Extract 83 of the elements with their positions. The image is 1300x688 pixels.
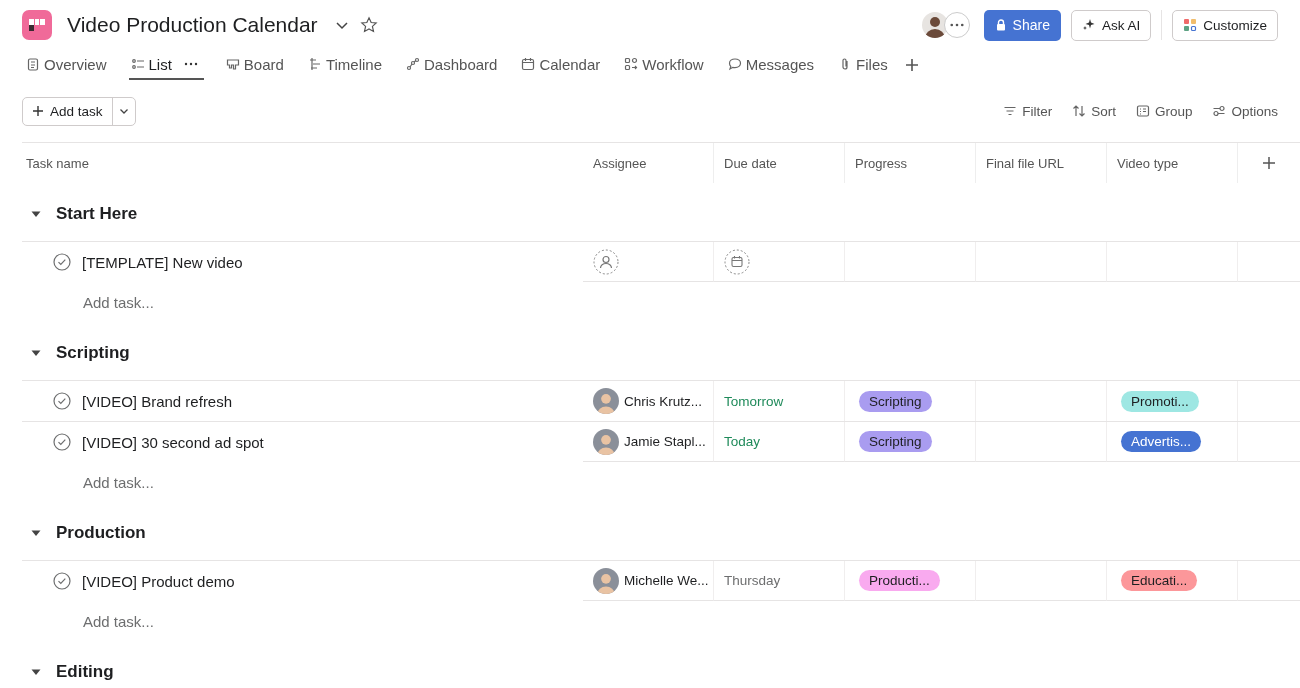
project-logo-icon	[22, 10, 52, 40]
video-type-tag[interactable]: Promoti...	[1121, 390, 1199, 412]
clipboard-icon	[26, 57, 40, 71]
empty-cell[interactable]	[976, 422, 1107, 462]
section-title: Production	[56, 523, 146, 543]
view-tab[interactable]: Board	[223, 50, 286, 80]
avatar-icon	[593, 388, 619, 414]
view-tab[interactable]: Overview	[24, 50, 109, 80]
column-header[interactable]: Final file URL	[976, 143, 1107, 183]
assignee-name[interactable]: Jamie Stapl...	[624, 434, 706, 449]
group-icon	[1135, 104, 1150, 118]
due-date-calendar-icon[interactable]	[724, 248, 750, 275]
progress-tag[interactable]: Scripting	[859, 431, 932, 452]
add-task-link[interactable]: Add task...	[83, 293, 154, 311]
add-tab-icon[interactable]	[903, 57, 920, 73]
ask-ai-button[interactable]: Ask AI	[1070, 9, 1152, 41]
tiles-icon	[1183, 18, 1198, 32]
avatar-icon	[593, 567, 619, 594]
video-type-tag[interactable]: Educati...	[1121, 570, 1198, 591]
complete-check-icon[interactable]	[53, 253, 71, 271]
calendar-icon	[521, 57, 536, 71]
complete-check-icon[interactable]	[53, 572, 71, 590]
add-task-link[interactable]: Add task...	[83, 473, 154, 491]
view-tab[interactable]: Calendar	[519, 50, 603, 80]
column-header[interactable]: Assignee	[583, 143, 714, 183]
complete-check-icon[interactable]	[53, 392, 71, 410]
sparkle-icon	[1081, 18, 1096, 32]
empty-cell[interactable]	[845, 242, 976, 282]
task-name[interactable]: [TEMPLATE] New video	[82, 253, 243, 271]
view-tab[interactable]: Timeline	[305, 50, 385, 80]
toolbar-action[interactable]: Filter	[1003, 103, 1053, 119]
board-icon	[225, 57, 240, 71]
add-column-icon[interactable]	[1262, 156, 1276, 170]
toolbar-action[interactable]: Options	[1212, 103, 1278, 119]
task-name[interactable]: [VIDEO] Brand refresh	[82, 392, 233, 410]
column-header[interactable]: Due date	[714, 143, 845, 183]
section-title: Start Here	[56, 204, 138, 224]
view-tab[interactable]: Messages	[725, 50, 817, 80]
toolbar-action[interactable]: Group	[1135, 103, 1193, 119]
complete-check-icon[interactable]	[53, 433, 71, 451]
empty-cell[interactable]	[976, 561, 1107, 601]
due-date[interactable]: Thursday	[724, 573, 781, 588]
timeline-icon	[307, 57, 322, 71]
customize-button[interactable]: Customize	[1172, 9, 1278, 41]
lock-icon	[994, 19, 1007, 31]
toolbar-action[interactable]: Sort	[1072, 103, 1116, 119]
avatar-icon	[593, 428, 619, 455]
assignee-name[interactable]: Chris Krutz...	[624, 393, 702, 409]
member-avatar[interactable]	[921, 12, 948, 38]
speech-bubble-icon	[727, 57, 742, 71]
view-tab[interactable]: Files	[836, 50, 890, 80]
column-header[interactable]: Progress	[845, 143, 976, 183]
share-button[interactable]: Share	[983, 9, 1061, 41]
project-title: Video Production Calendar	[67, 13, 318, 37]
progress-tag[interactable]: Scripting	[859, 390, 932, 412]
task-name[interactable]: [VIDEO] 30 second ad spot	[82, 433, 264, 451]
add-task-button[interactable]: Add task	[22, 96, 136, 126]
sliders-icon	[1212, 104, 1227, 118]
view-tab[interactable]: Dashboard	[404, 50, 500, 80]
list-icon	[130, 57, 145, 71]
sort-icon	[1072, 104, 1087, 118]
empty-cell[interactable]	[1107, 242, 1238, 282]
video-type-tag[interactable]: Advertis...	[1121, 431, 1202, 452]
progress-tag[interactable]: Producti...	[859, 570, 940, 591]
section-title: Editing	[56, 662, 114, 682]
star-icon[interactable]	[359, 16, 378, 34]
view-tab[interactable]: Workflow	[622, 50, 706, 80]
section-title: Scripting	[56, 343, 130, 363]
view-tab[interactable]: List	[128, 50, 204, 80]
chart-icon	[406, 57, 421, 71]
task-name[interactable]: [VIDEO] Product demo	[82, 572, 235, 590]
assignee-name[interactable]: Michelle We...	[624, 573, 709, 588]
due-date[interactable]: Today	[724, 434, 761, 449]
column-header[interactable]: Video type	[1107, 143, 1238, 183]
empty-cell[interactable]	[976, 242, 1107, 282]
assign-person-icon[interactable]	[593, 248, 619, 275]
plus-icon	[32, 105, 44, 117]
column-header[interactable]: Task name	[22, 143, 583, 183]
filter-icon	[1003, 104, 1018, 118]
workflow-icon	[624, 57, 639, 71]
add-task-link[interactable]: Add task...	[83, 612, 154, 630]
due-date[interactable]: Tomorrow	[724, 393, 784, 409]
more-icon[interactable]	[183, 62, 198, 66]
